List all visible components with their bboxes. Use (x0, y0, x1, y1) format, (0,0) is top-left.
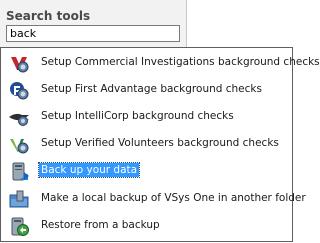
result-label: Setup Verified Volunteers background che… (41, 137, 279, 149)
result-label: Back up your data (37, 162, 141, 178)
result-item-back-up-data[interactable]: Back up your data (2, 157, 292, 184)
result-item-restore-backup[interactable]: Restore from a backup (2, 212, 292, 239)
restore-icon (8, 215, 30, 237)
result-label: Setup IntelliCorp background checks (41, 110, 234, 122)
local-backup-icon (8, 188, 30, 210)
backup-icon (8, 160, 30, 182)
result-item-first-advantage[interactable]: Setup First Advantage background checks (2, 76, 292, 103)
intellicorp-icon (8, 106, 30, 128)
search-input[interactable] (6, 25, 180, 42)
result-item-intellicorp[interactable]: Setup IntelliCorp background checks (2, 103, 292, 130)
result-label: Setup First Advantage background checks (41, 83, 262, 95)
first-advantage-icon (8, 79, 30, 101)
result-item-local-backup[interactable]: Make a local backup of VSys One in anoth… (2, 185, 306, 212)
result-item-commercial-investigations[interactable]: Setup Commercial Investigations backgrou… (2, 49, 320, 76)
result-label: Make a local backup of VSys One in anoth… (41, 192, 306, 204)
result-label: Setup Commercial Investigations backgrou… (41, 56, 320, 68)
panel-title: Search tools (6, 9, 91, 23)
result-label: Restore from a backup (41, 219, 160, 231)
commercial-investigations-icon (8, 52, 30, 74)
search-results-dropdown: Setup Commercial Investigations backgrou… (0, 47, 320, 242)
result-item-verified-volunteers[interactable]: Setup Verified Volunteers background che… (2, 130, 292, 157)
verified-volunteers-icon (8, 133, 30, 155)
